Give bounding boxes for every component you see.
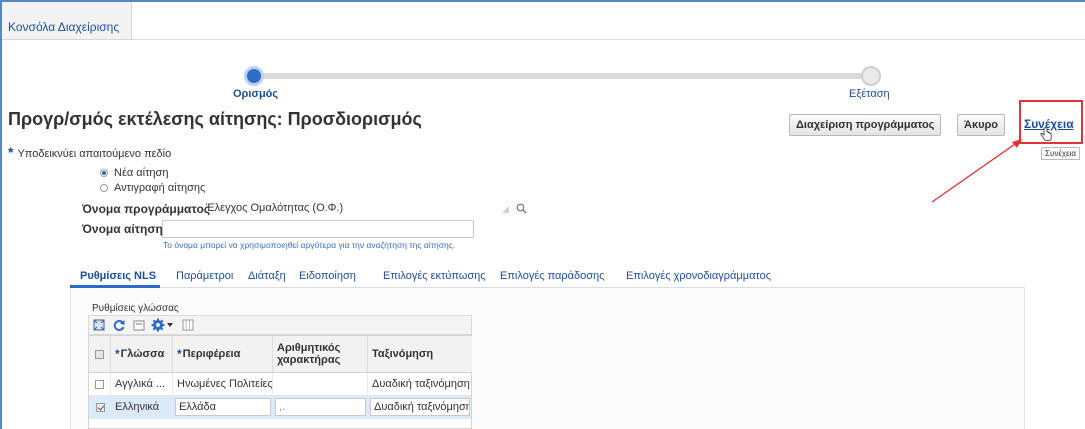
train-step-1-indicator <box>244 66 264 86</box>
select-all-checkbox[interactable] <box>95 349 104 359</box>
page-title: Προγρ/σμός εκτέλεσης αίτησης: Προσδιορισ… <box>8 109 422 129</box>
tab-delivery-options[interactable]: Επιλογές παράδοσης <box>500 270 604 282</box>
export-icon[interactable] <box>132 318 146 332</box>
select-all-header[interactable] <box>89 336 111 373</box>
row-1-sort[interactable]: Δυαδική ταξινόμηση <box>368 373 471 395</box>
row-2-numeric-input[interactable]: ,. <box>275 398 366 416</box>
column-header-sort-label: Ταξινόμηση <box>372 348 434 360</box>
table-toolbar <box>88 315 472 335</box>
refresh-icon[interactable] <box>112 318 126 332</box>
row-1-checkbox[interactable] <box>95 379 104 389</box>
row-1-language: Αγγλικά ... <box>111 373 173 395</box>
tab-layout[interactable]: Διάταξη <box>248 270 286 282</box>
active-tab-indicator <box>70 285 160 288</box>
clear-icon[interactable] <box>502 206 510 214</box>
radio-new-request-control[interactable] <box>100 169 108 177</box>
train-step-2-label[interactable]: Εξέταση <box>849 88 890 100</box>
column-view-icon[interactable] <box>181 318 195 332</box>
hand-cursor-icon <box>1040 127 1052 141</box>
gear-icon[interactable] <box>151 318 165 332</box>
subtab-bar: Ρυθμίσεις NLS Παράμετροι Διάταξη Ειδοποί… <box>70 264 1025 288</box>
tab-notification[interactable]: Ειδοποίηση <box>299 270 356 282</box>
search-icon[interactable] <box>516 203 527 214</box>
column-header-language[interactable]: * Γλώσσα <box>111 336 173 373</box>
required-marker: * <box>8 144 14 160</box>
request-name-label: Όνομα αίτησης <box>82 222 170 236</box>
request-name-hint: Το όνομα μπορεί να χρησιμοποιηθεί αργότε… <box>163 240 456 250</box>
program-name-label: Όνομα προγράμματος <box>82 202 211 216</box>
tab-parameters[interactable]: Παράμετροι <box>176 270 233 282</box>
train-step-2-indicator[interactable] <box>861 66 881 86</box>
red-arrow-annotation <box>931 139 1022 203</box>
program-name-value: Έλεγχος Ομαλότητας (Ο.Φ.) <box>206 202 344 214</box>
radio-copy-request[interactable]: Αντιγραφή αίτησης <box>100 182 205 194</box>
row-2-select[interactable] <box>89 396 111 418</box>
column-header-language-label: Γλώσσα <box>120 348 165 360</box>
column-header-numeric-line1: Αριθμητικός <box>277 342 341 354</box>
radio-copy-request-control[interactable] <box>100 184 108 192</box>
required-marker: * <box>177 347 182 361</box>
required-note: * Υποδεικνύει απαιτούμενο πεδίο <box>8 144 171 160</box>
chevron-down-icon[interactable] <box>165 318 175 332</box>
language-settings-label: Ρυθμίσεις γλώσσας <box>92 303 179 314</box>
radio-copy-request-label: Αντιγραφή αίτησης <box>114 182 206 194</box>
required-marker: * <box>115 347 120 361</box>
train-step-1-label: Ορισμός <box>233 88 279 100</box>
tab-admin-console[interactable]: Κονσόλα Διαχείρισης <box>2 2 132 40</box>
radio-new-request-label: Νέα αίτηση <box>114 167 169 179</box>
tab-divider <box>132 39 1085 40</box>
tab-admin-console-label: Κονσόλα Διαχείρισης <box>8 20 120 34</box>
row-2-sort-input[interactable]: Δυαδική ταξινόμηση <box>370 398 470 416</box>
column-header-sort[interactable]: Ταξινόμηση <box>368 336 472 373</box>
radio-new-request[interactable]: Νέα αίτηση <box>100 167 168 179</box>
row-2-checkbox[interactable] <box>95 402 105 412</box>
detach-icon[interactable] <box>92 318 106 332</box>
row-1-numeric[interactable] <box>273 373 368 395</box>
column-header-numeric[interactable]: Αριθμητικός χαρακτήρας <box>273 336 368 373</box>
column-header-territory[interactable]: * Περιφέρεια <box>173 336 273 373</box>
tab-print-options[interactable]: Επιλογές εκτύπωσης <box>383 270 486 282</box>
required-note-text: Υποδεικνύει απαιτούμενο πεδίο <box>17 148 172 160</box>
table-row[interactable]: Ελληνικά Ελλάδα ,. Δυαδική ταξινόμηση <box>89 396 471 419</box>
progress-train-line <box>254 73 870 79</box>
request-name-input[interactable] <box>162 220 474 238</box>
tab-nls-settings[interactable]: Ρυθμίσεις NLS <box>80 270 156 282</box>
tab-schedule-options[interactable]: Επιλογές χρονοδιαγράμματος <box>626 270 771 282</box>
subtab-divider <box>70 287 1025 288</box>
column-header-territory-label: Περιφέρεια <box>182 348 241 360</box>
row-1-select[interactable] <box>89 373 111 395</box>
row-2-language: Ελληνικά <box>115 401 160 413</box>
language-settings-table: * Γλώσσα * Περιφέρεια Αριθμητικός χαρακτήρ… <box>88 335 472 429</box>
manage-program-button[interactable]: Διαχείριση προγράμματος <box>789 114 942 136</box>
table-row[interactable]: Αγγλικά ... Ηνωμένες Πολιτείες Δυαδική τ… <box>89 373 471 396</box>
row-1-territory[interactable]: Ηνωμένες Πολιτείες <box>173 373 273 395</box>
program-name-field[interactable]: Έλεγχος Ομαλότητας (Ο.Φ.) <box>202 200 532 218</box>
column-header-numeric-line2: χαρακτήρας <box>277 354 341 366</box>
row-2-territory-input[interactable]: Ελλάδα <box>175 398 271 416</box>
next-tooltip: Συνέχεια <box>1041 147 1081 160</box>
